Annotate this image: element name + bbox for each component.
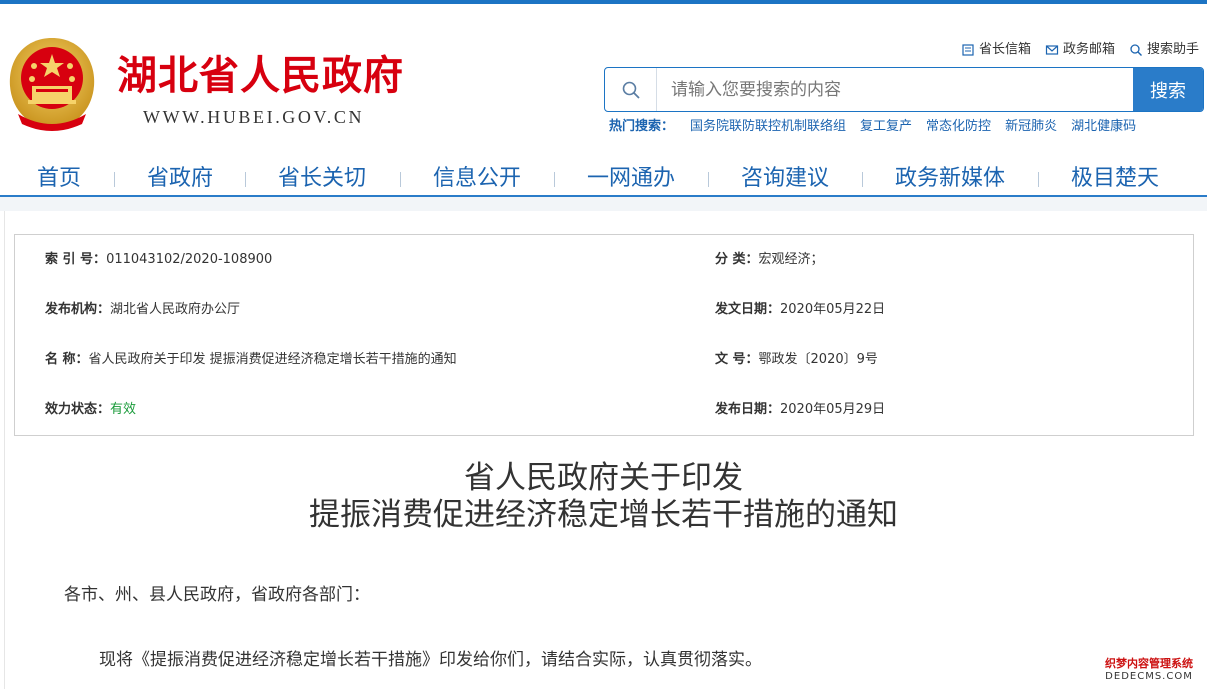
meta-publisher: 发布机构：湖北省人民政府办公厅 — [45, 300, 240, 320]
search-button[interactable]: 搜索 — [1133, 68, 1203, 111]
watermark-logo: 织梦内容管理系统 DEDECMS.COM — [1099, 657, 1199, 683]
governor-mailbox-link[interactable]: 省长信箱 — [961, 40, 1031, 60]
search-assistant-link[interactable]: 搜索助手 — [1129, 40, 1199, 60]
nav-item-home[interactable]: 首页 — [37, 162, 81, 195]
quick-link-label: 政务邮箱 — [1062, 42, 1115, 57]
top-accent-bar — [0, 0, 1207, 4]
main-nav: 首页 省政府 省长关切 信息公开 一网通办 咨询建议 政务新媒体 极目楚天 — [0, 162, 1207, 195]
document-icon — [962, 44, 974, 56]
site-url[interactable]: WWW.HUBEI.GOV.CN — [143, 106, 364, 128]
meta-key: 索 引 号： — [45, 252, 107, 267]
search-box: 搜索 — [604, 67, 1204, 112]
meta-name: 名 称：省人民政府关于印发 提振消费促进经济稳定增长若干措施的通知 — [45, 350, 457, 370]
hot-search-item[interactable]: 复工复产 — [860, 117, 912, 137]
nav-item-provincial-gov[interactable]: 省政府 — [147, 162, 213, 195]
nav-separator — [114, 172, 115, 187]
nav-item-consult-suggest[interactable]: 咨询建议 — [741, 162, 829, 195]
meta-key: 发布机构： — [45, 302, 111, 317]
quick-link-label: 搜索助手 — [1146, 42, 1199, 57]
hot-search: 热门搜索： 国务院联防联控机制联络组 复工复产 常态化防控 新冠肺炎 湖北健康码 — [609, 117, 1136, 137]
document-title-line-2: 提振消费促进经济稳定增长若干措施的通知 — [309, 497, 898, 533]
meta-index-number: 索 引 号：011043102/2020-108900 — [45, 250, 272, 270]
meta-publish-date: 发布日期：2020年05月29日 — [715, 400, 885, 420]
hot-search-item[interactable]: 新冠肺炎 — [1005, 117, 1057, 137]
nav-item-one-stop-service[interactable]: 一网通办 — [587, 162, 675, 195]
meta-category: 分 类：宏观经济； — [715, 250, 824, 270]
meta-value: 湖北省人民政府办公厅 — [110, 302, 241, 317]
nav-item-new-media[interactable]: 政务新媒体 — [895, 162, 1005, 195]
nav-separator — [554, 172, 555, 187]
meta-value: 宏观经济； — [758, 252, 824, 267]
national-emblem-icon[interactable] — [4, 34, 100, 136]
nav-separator — [708, 172, 709, 187]
meta-issue-date: 发文日期：2020年05月22日 — [715, 300, 885, 320]
document-title-line-1: 省人民政府关于印发 — [464, 460, 743, 496]
meta-value: 011043102/2020-108900 — [106, 252, 273, 267]
meta-key: 分 类： — [715, 252, 759, 267]
search-icon — [1130, 44, 1142, 56]
search-icon — [622, 81, 640, 99]
meta-value: 2020年05月29日 — [780, 402, 886, 417]
document-body-paragraph: 现将《提振消费促进经济稳定增长若干措施》印发给你们，请结合实际，认真贯彻落实。 — [99, 650, 762, 670]
watermark-line-1: 织梦内容管理系统 — [1105, 657, 1193, 670]
site-name[interactable]: 湖北省人民政府 — [117, 50, 404, 102]
meta-key: 效力状态： — [45, 402, 111, 417]
quick-link-label: 省长信箱 — [978, 42, 1031, 57]
nav-separator — [1038, 172, 1039, 187]
quick-links: 省长信箱 政务邮箱 搜索助手 — [961, 40, 1199, 60]
meta-value: 鄂政发〔2020〕9号 — [758, 352, 878, 367]
nav-item-governor-concerns[interactable]: 省长关切 — [278, 162, 366, 195]
nav-separator — [862, 172, 863, 187]
search-icon-wrapper — [605, 68, 657, 111]
meta-value: 省人民政府关于印发 提振消费促进经济稳定增长若干措施的通知 — [88, 352, 457, 367]
meta-key: 名 称： — [45, 352, 89, 367]
meta-key: 文 号： — [715, 352, 759, 367]
mail-icon — [1045, 45, 1059, 55]
meta-key: 发文日期： — [715, 302, 781, 317]
meta-value: 2020年05月22日 — [780, 302, 886, 317]
hot-search-label: 热门搜索： — [609, 119, 675, 134]
page-background-strip — [0, 197, 1207, 211]
nav-underline — [0, 195, 1207, 197]
document-salutation: 各市、州、县人民政府，省政府各部门： — [64, 585, 370, 605]
watermark-line-2: DEDECMS.COM — [1105, 671, 1193, 682]
hot-search-item[interactable]: 国务院联防联控机制联络组 — [690, 117, 846, 137]
nav-item-info-disclosure[interactable]: 信息公开 — [433, 162, 521, 195]
gov-email-link[interactable]: 政务邮箱 — [1045, 40, 1115, 60]
nav-separator — [400, 172, 401, 187]
hot-search-item[interactable]: 湖北健康码 — [1071, 117, 1136, 137]
nav-item-jimu-chutian[interactable]: 极目楚天 — [1071, 162, 1159, 195]
nav-separator — [245, 172, 246, 187]
meta-key: 发布日期： — [715, 402, 781, 417]
status-badge: 有效 — [110, 402, 137, 417]
document-metadata-box: 索 引 号：011043102/2020-108900 分 类：宏观经济； 发布… — [14, 234, 1194, 436]
meta-validity-status: 效力状态：有效 — [45, 400, 136, 420]
document-title: 省人民政府关于印发 提振消费促进经济稳定增长若干措施的通知 — [0, 460, 1207, 534]
meta-document-number: 文 号：鄂政发〔2020〕9号 — [715, 350, 878, 370]
hot-search-item[interactable]: 常态化防控 — [926, 117, 991, 137]
search-input[interactable] — [657, 68, 1133, 111]
